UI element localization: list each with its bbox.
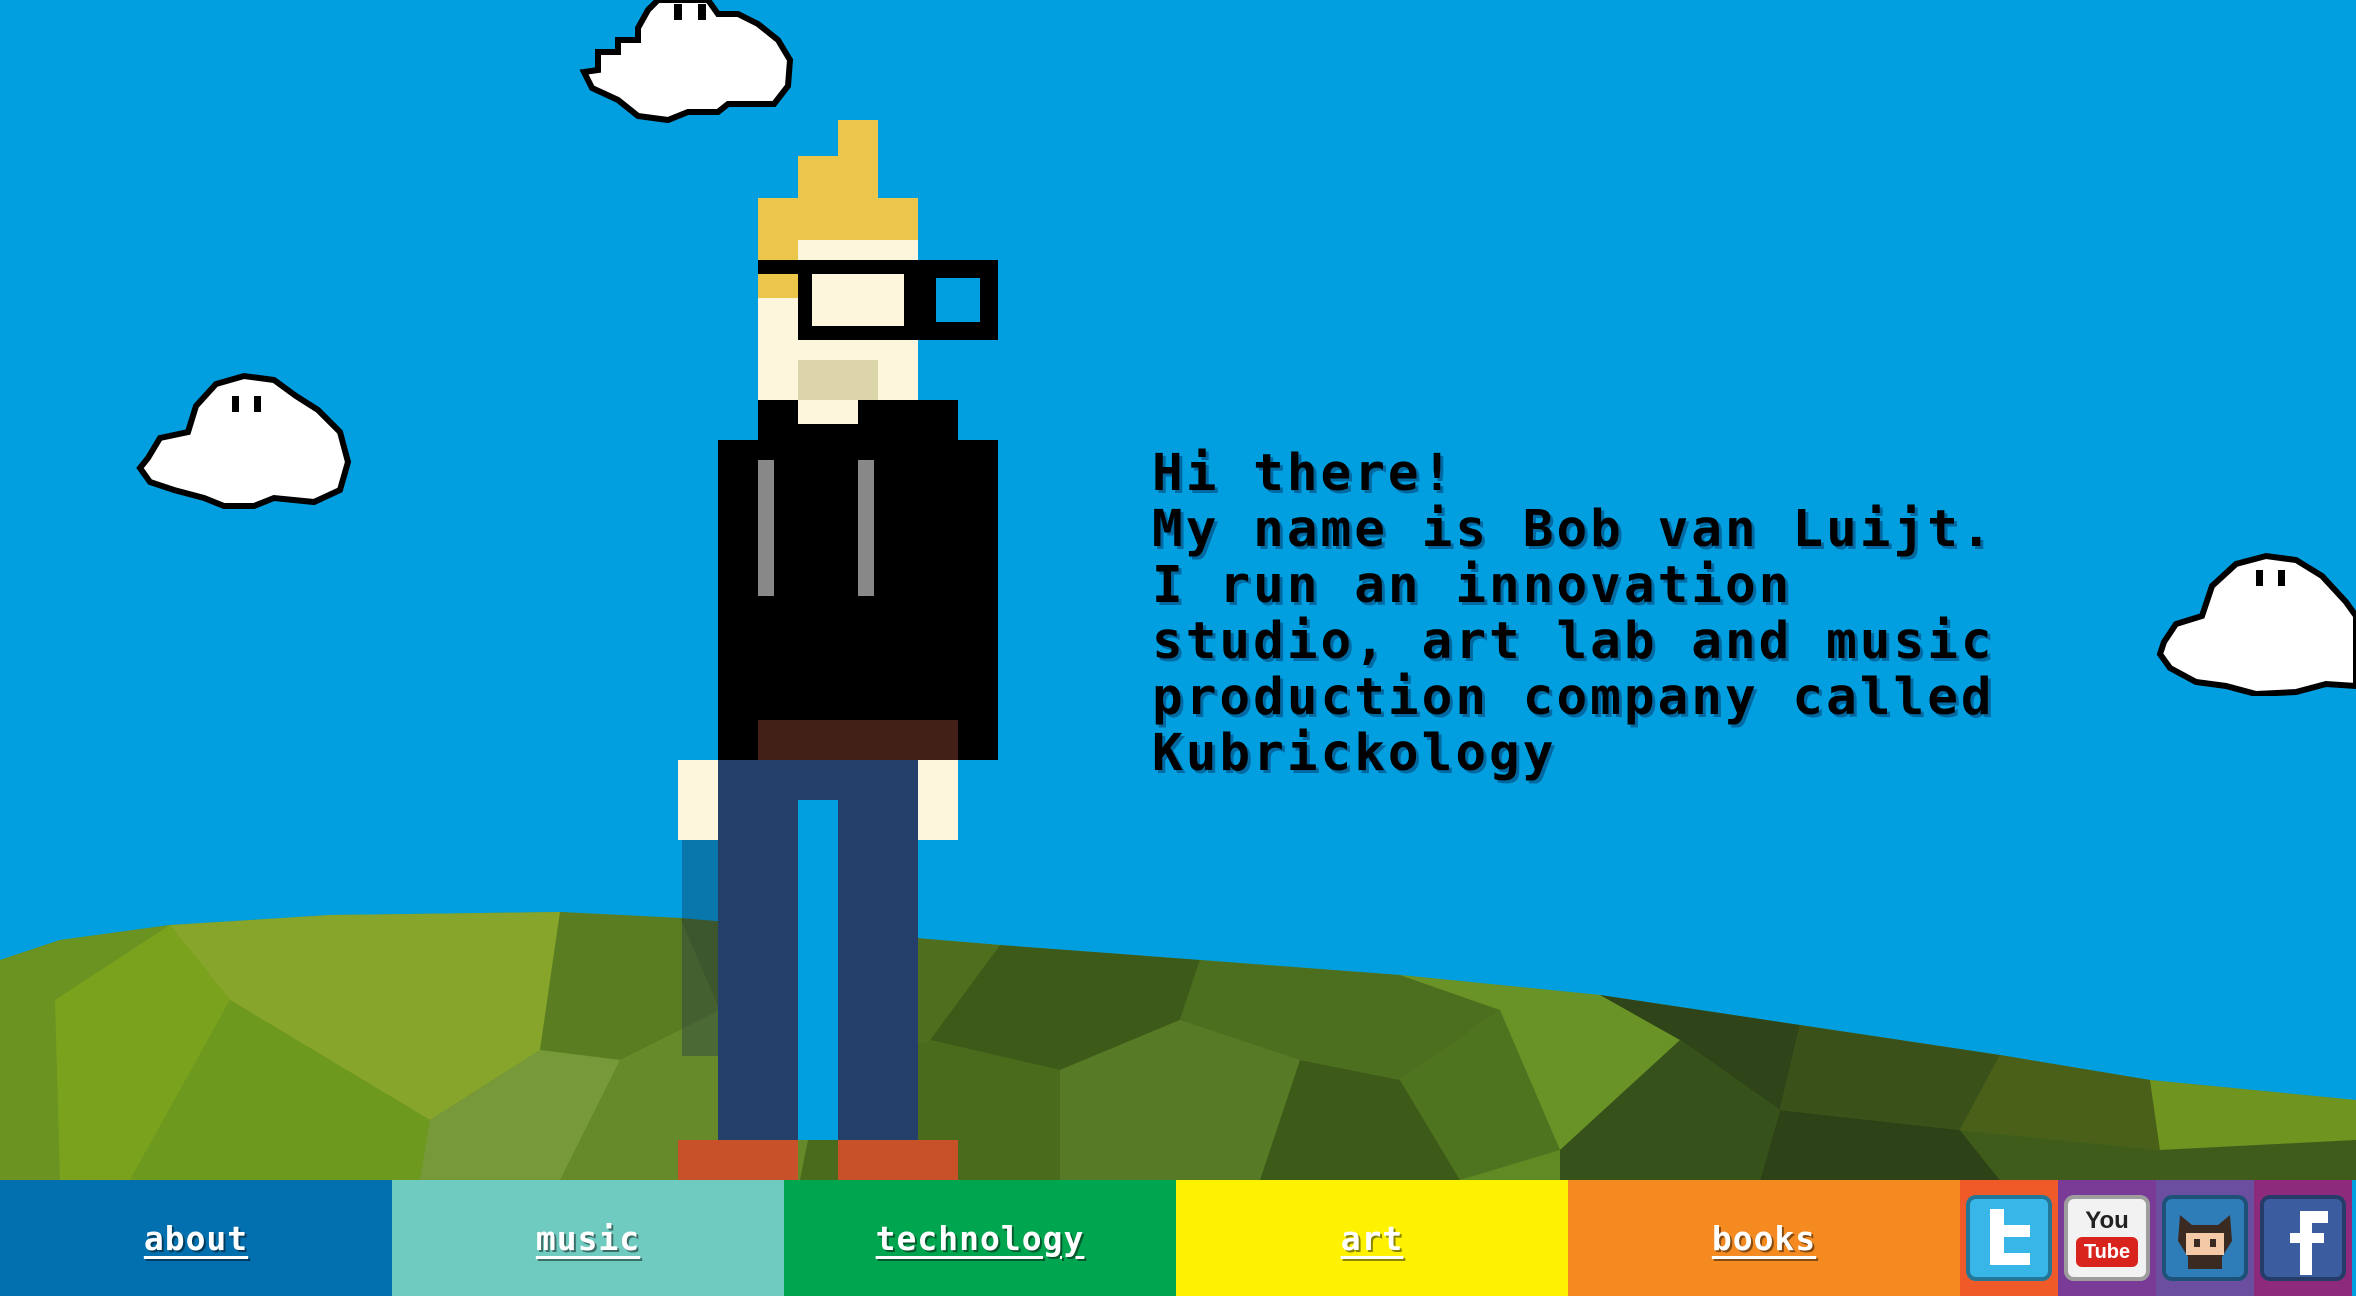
nav-music[interactable]: music (392, 1180, 784, 1296)
intro-line: My name is Bob van Luijt. (1152, 500, 1995, 559)
twitter-link[interactable] (1960, 1180, 2058, 1296)
nav-art[interactable]: art (1176, 1180, 1568, 1296)
intro-line: Hi there! (1152, 444, 1456, 503)
github-octocat-icon (2162, 1195, 2248, 1281)
youtube-logo-you: You (2085, 1207, 2129, 1234)
youtube-logo-tube: Tube (2076, 1237, 2138, 1267)
intro-line: production company called (1152, 668, 1995, 727)
social-links: You Tube (1960, 1180, 2352, 1296)
youtube-link[interactable]: You Tube (2058, 1180, 2156, 1296)
github-link[interactable] (2156, 1180, 2254, 1296)
nav-technology[interactable]: technology (784, 1180, 1176, 1296)
cloud-left (136, 372, 352, 509)
bottom-navigation: about music technology art books You Tub… (0, 1180, 2356, 1296)
nav-books[interactable]: books (1568, 1180, 1960, 1296)
facebook-icon (2260, 1195, 2346, 1281)
facebook-link[interactable] (2254, 1180, 2352, 1296)
intro-line: studio, art lab and music (1152, 612, 1995, 671)
intro-text: Hi there! My name is Bob van Luijt. I ru… (1152, 446, 2132, 782)
intro-line: Kubrickology (1152, 724, 1557, 783)
youtube-icon: You Tube (2064, 1195, 2150, 1281)
cloud-right (2156, 552, 2356, 696)
pixel-character-avatar (678, 120, 998, 1180)
nav-about[interactable]: about (0, 1180, 392, 1296)
cloud-top (579, 0, 794, 124)
header-scene: Hi there! My name is Bob van Luijt. I ru… (0, 0, 2356, 1296)
twitter-icon (1966, 1195, 2052, 1281)
hair (838, 120, 878, 160)
intro-line: I run an innovation (1152, 556, 1793, 615)
shoes (678, 1140, 798, 1180)
